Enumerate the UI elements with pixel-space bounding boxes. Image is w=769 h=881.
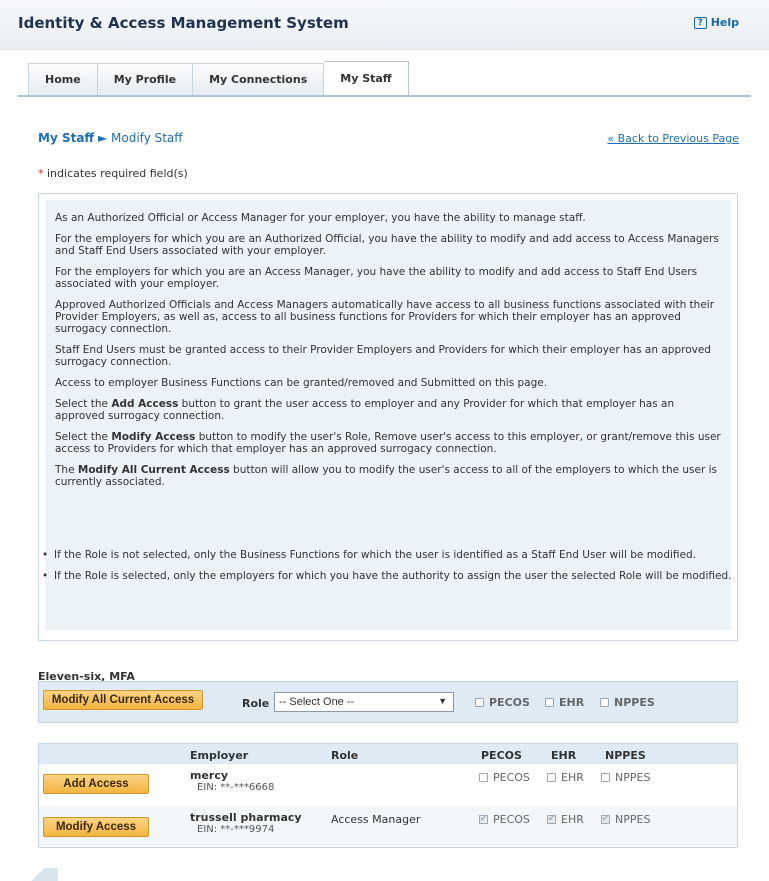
checkbox-icon [601, 773, 610, 782]
ehr-checkbox[interactable]: EHR [547, 771, 584, 784]
table-row: Modify Access trussell pharmacy EIN: **-… [39, 806, 737, 846]
role-label: Role [242, 697, 270, 710]
info-paragraph: Select the Modify Access button to modif… [55, 431, 721, 455]
info-paragraph: Access to employer Business Functions ca… [55, 377, 548, 389]
column-role: Role [331, 749, 359, 762]
nppes-checkbox: NPPES [601, 813, 650, 826]
help-icon: ? [693, 16, 707, 29]
column-ehr: EHR [551, 749, 577, 762]
info-bullet: If the Role is not selected, only the Bu… [40, 549, 740, 561]
pecos-checkbox: PECOS [479, 813, 530, 826]
employer-name: trussell pharmacy [190, 811, 302, 824]
nppes-checkbox[interactable]: NPPES [601, 771, 650, 784]
info-paragraph: Approved Authorized Officials and Access… [55, 299, 715, 335]
checkbox-icon [545, 698, 554, 707]
column-nppes: NPPES [605, 749, 646, 762]
employer-ein: EIN: **-***9974 [197, 824, 275, 835]
ehr-checkbox[interactable]: EHR [545, 696, 584, 709]
help-label: Help [710, 16, 739, 29]
breadcrumb-parent[interactable]: My Staff [38, 131, 94, 145]
main-tabs: Home My Profile My Connections My Staff [28, 61, 409, 95]
tab-home[interactable]: Home [28, 63, 98, 95]
footer-decoration [18, 868, 58, 881]
tab-my-profile[interactable]: My Profile [97, 63, 194, 95]
help-link[interactable]: ? Help [693, 16, 739, 29]
breadcrumb-current: Modify Staff [111, 131, 183, 145]
checkbox-checked-icon [601, 814, 610, 824]
modify-all-panel: Modify All Current Access Role -- Select… [38, 681, 738, 723]
breadcrumb: My Staff ► Modify Staff [38, 131, 183, 145]
tab-my-connections[interactable]: My Connections [193, 63, 325, 95]
dropdown-arrow-icon: ▼ [438, 696, 447, 706]
checkbox-icon [547, 773, 556, 782]
ehr-checkbox: EHR [547, 813, 584, 826]
role-select-value: -- Select One -- [279, 696, 355, 708]
info-paragraph: For the employers for which you are an A… [55, 233, 719, 257]
breadcrumb-separator-icon: ► [97, 131, 108, 145]
column-employer: Employer [190, 749, 249, 762]
checkbox-icon [600, 698, 609, 707]
add-access-button[interactable]: Add Access [43, 774, 149, 794]
nppes-checkbox[interactable]: NPPES [600, 696, 655, 709]
back-to-previous-page-link[interactable]: « Back to Previous Page [607, 132, 739, 145]
role-cell: Access Manager [331, 813, 421, 826]
role-select[interactable]: -- Select One -- ▼ [274, 692, 454, 712]
modify-access-button[interactable]: Modify Access [43, 817, 149, 837]
table-header: Employer Role PECOS EHR NPPES [39, 744, 737, 764]
checkbox-checked-icon [479, 814, 488, 824]
tab-divider [18, 95, 751, 97]
info-bullet: If the Role is selected, only the employ… [40, 570, 740, 582]
info-paragraph: For the employers for which you are an A… [55, 266, 698, 290]
info-paragraph: The Modify All Current Access button wil… [55, 464, 718, 488]
modify-all-current-access-button[interactable]: Modify All Current Access [43, 690, 203, 710]
app-title: Identity & Access Management System [18, 14, 349, 32]
employer-ein: EIN: **-***6668 [197, 782, 275, 793]
info-paragraph: As an Authorized Official or Access Mana… [55, 212, 586, 224]
column-pecos: PECOS [481, 749, 522, 762]
pecos-checkbox[interactable]: PECOS [475, 696, 530, 709]
info-paragraph: Staff End Users must be granted access t… [55, 344, 711, 368]
employer-access-table: Employer Role PECOS EHR NPPES Add Access… [38, 743, 738, 848]
required-note-text: indicates required field(s) [43, 167, 188, 180]
info-bullets: If the Role is not selected, only the Bu… [40, 549, 740, 591]
checkbox-icon [479, 773, 488, 782]
top-header: Identity & Access Management System ? He… [0, 0, 769, 50]
employer-name: mercy [190, 769, 229, 782]
pecos-checkbox[interactable]: PECOS [479, 771, 530, 784]
tab-my-staff[interactable]: My Staff [324, 61, 409, 95]
table-row: Add Access mercy EIN: **-***6668 PECOS E… [39, 764, 737, 804]
checkbox-icon [475, 698, 484, 707]
required-fields-note: * indicates required field(s) [38, 167, 188, 180]
info-paragraph: Select the Add Access button to grant th… [55, 398, 675, 422]
checkbox-checked-icon [547, 814, 556, 824]
